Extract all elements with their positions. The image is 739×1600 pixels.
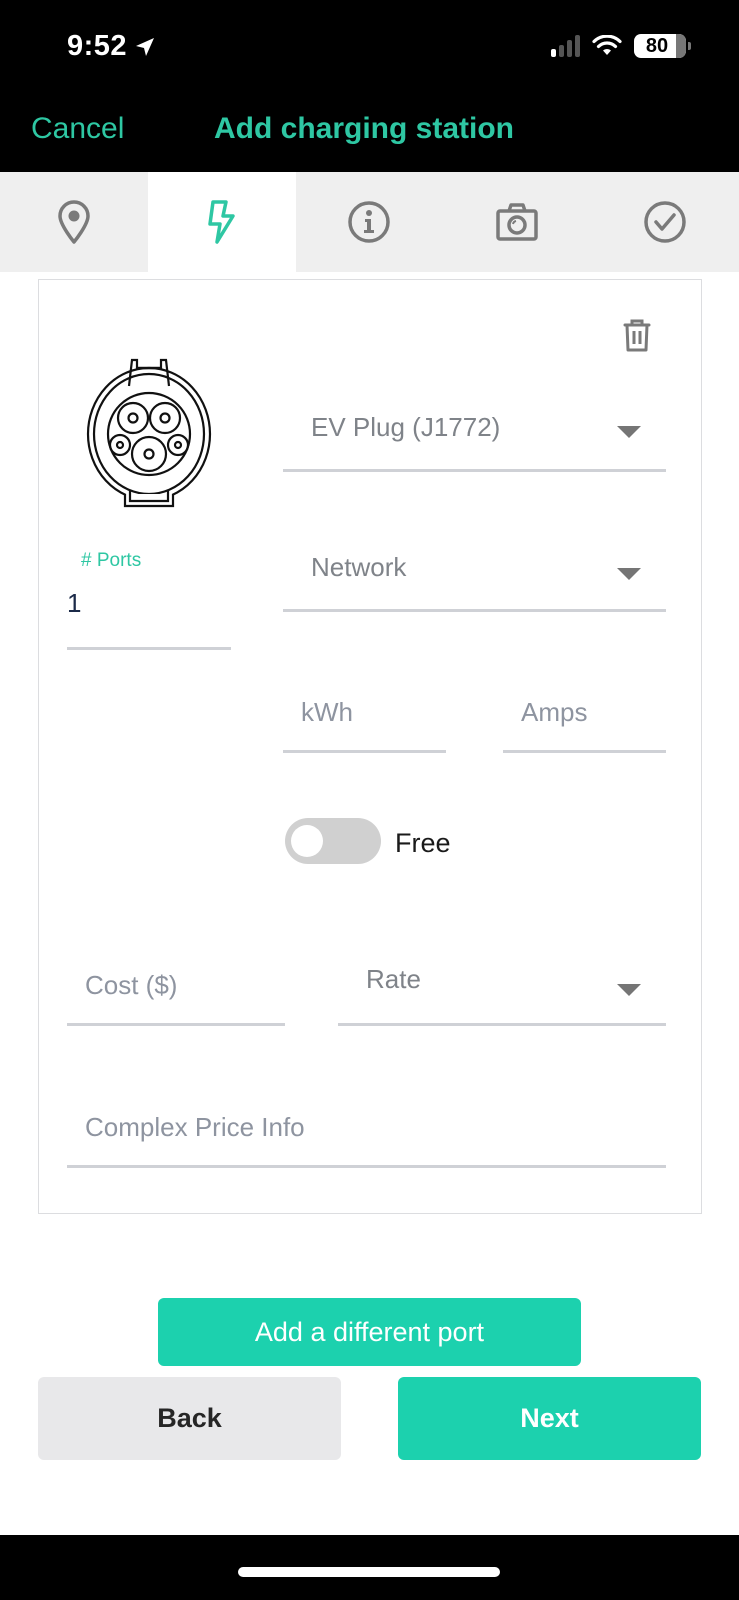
tab-review[interactable] bbox=[591, 172, 739, 272]
add-port-button[interactable]: Add a different port bbox=[158, 1298, 581, 1366]
location-arrow-icon bbox=[136, 37, 155, 56]
home-indicator[interactable] bbox=[238, 1567, 500, 1577]
tab-plug[interactable] bbox=[147, 172, 296, 272]
checkmark-circle-icon bbox=[644, 201, 686, 243]
ports-input[interactable]: # Ports 1 bbox=[67, 548, 231, 650]
status-time: 9:52 bbox=[67, 30, 157, 63]
info-icon bbox=[348, 201, 391, 243]
network-select[interactable]: Network bbox=[283, 540, 666, 612]
cancel-button[interactable]: Cancel bbox=[31, 112, 124, 146]
trash-icon[interactable] bbox=[622, 318, 652, 352]
battery-tip bbox=[688, 42, 691, 50]
rate-select[interactable]: Rate bbox=[338, 956, 666, 1026]
amps-placeholder: Amps bbox=[521, 697, 588, 727]
step-tabs bbox=[0, 172, 739, 272]
j1772-plug-icon bbox=[86, 358, 212, 508]
ports-label: # Ports bbox=[81, 550, 142, 571]
kwh-input[interactable]: kWh bbox=[283, 685, 446, 753]
chevron-down-icon bbox=[617, 568, 641, 580]
tab-photo[interactable] bbox=[443, 172, 591, 272]
page-title: Add charging station bbox=[214, 112, 514, 145]
tab-location[interactable] bbox=[0, 172, 148, 272]
cost-placeholder: Cost ($) bbox=[85, 970, 178, 1000]
port-card: EV Plug (J1772) # Ports 1 Network kWh Am… bbox=[38, 279, 702, 1214]
map-pin-icon bbox=[58, 200, 90, 244]
amps-input[interactable]: Amps bbox=[503, 685, 666, 753]
back-button[interactable]: Back bbox=[38, 1377, 341, 1460]
tab-info[interactable] bbox=[296, 172, 444, 272]
free-toggle[interactable] bbox=[285, 818, 381, 864]
ports-value: 1 bbox=[67, 588, 82, 618]
complex-price-placeholder: Complex Price Info bbox=[85, 1112, 305, 1142]
chevron-down-icon bbox=[617, 984, 641, 996]
plug-type-value: EV Plug (J1772) bbox=[311, 412, 501, 442]
status-bar: 9:52 80 bbox=[0, 0, 739, 100]
clock: 9:52 bbox=[67, 30, 128, 62]
cellular-signal-icon bbox=[551, 35, 580, 57]
cost-input[interactable]: Cost ($) bbox=[67, 956, 285, 1026]
battery-level: 80 bbox=[645, 34, 669, 57]
camera-icon bbox=[496, 203, 539, 241]
complex-price-input[interactable]: Complex Price Info bbox=[67, 1098, 666, 1168]
battery-icon: 80 bbox=[634, 34, 686, 58]
next-button[interactable]: Next bbox=[398, 1377, 701, 1460]
lightning-bolt-icon bbox=[207, 200, 235, 244]
plug-type-select[interactable]: EV Plug (J1772) bbox=[283, 400, 666, 472]
content-area: EV Plug (J1772) # Ports 1 Network kWh Am… bbox=[0, 272, 739, 1535]
kwh-placeholder: kWh bbox=[301, 697, 353, 727]
wifi-icon bbox=[592, 35, 622, 55]
chevron-down-icon bbox=[617, 426, 641, 438]
rate-placeholder: Rate bbox=[366, 964, 421, 994]
toggle-knob bbox=[291, 825, 323, 857]
free-label: Free bbox=[395, 828, 451, 858]
network-placeholder: Network bbox=[311, 552, 407, 582]
status-indicators: 80 bbox=[551, 34, 691, 58]
